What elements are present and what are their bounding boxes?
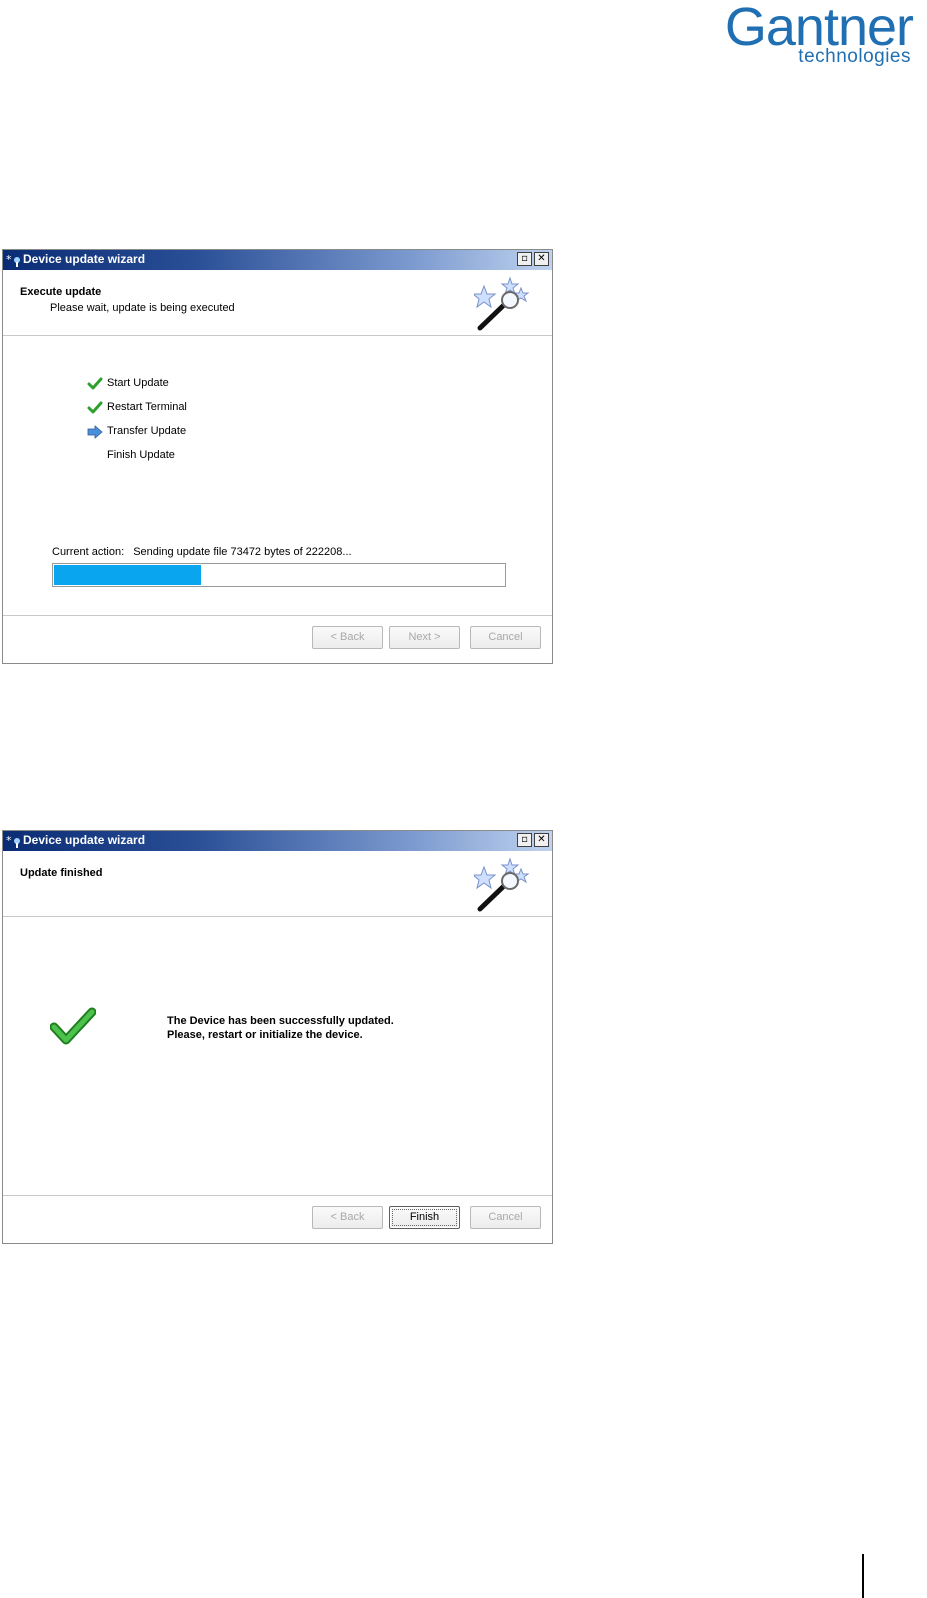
- wizard-app-icon: *: [6, 253, 20, 267]
- gantner-logo: Gantner technologies: [683, 0, 914, 68]
- window-title: Device update wizard: [23, 833, 146, 847]
- page-edge-bar: [862, 1554, 864, 1598]
- success-message-line2: Please, restart or initialize the device…: [167, 1029, 363, 1041]
- current-action: Current action: Sending update file 7347…: [52, 546, 352, 558]
- update-wizard-window-executing: * Device update wizard ▫ ✕ Execute updat…: [2, 249, 553, 664]
- magic-wand-icon: [474, 276, 530, 331]
- back-button[interactable]: < Back: [312, 626, 383, 649]
- step-label: Finish Update: [107, 449, 175, 461]
- magic-wand-icon: [474, 857, 530, 912]
- wizard-app-icon: *: [6, 834, 20, 848]
- restore-window-button[interactable]: ▫: [517, 252, 532, 266]
- logo-tagline: technologies: [798, 46, 911, 67]
- success-message: The Device has been successfully updated…: [167, 1014, 394, 1042]
- next-button[interactable]: Next >: [389, 626, 460, 649]
- wizard-page-title: Update finished: [20, 867, 103, 879]
- window-titlebar[interactable]: * Device update wizard ▫ ✕: [3, 250, 552, 270]
- wizard-page-subtitle: Please wait, update is being executed: [50, 302, 235, 314]
- window-title: Device update wizard: [23, 252, 146, 266]
- finish-button[interactable]: Finish: [389, 1206, 460, 1229]
- checkmark-icon: [87, 401, 103, 414]
- update-wizard-window-finished: * Device update wizard ▫ ✕ Update finish…: [2, 830, 553, 1244]
- success-message-line1: The Device has been successfully updated…: [167, 1015, 394, 1027]
- window-titlebar[interactable]: * Device update wizard ▫ ✕: [3, 831, 552, 851]
- wizard-page-title: Execute update: [20, 286, 102, 298]
- cancel-button[interactable]: Cancel: [470, 1206, 541, 1229]
- wizard-header: Update finished: [3, 851, 552, 917]
- wizard-footer: < Back Finish Cancel: [3, 1195, 552, 1243]
- svg-text:*: *: [6, 253, 12, 266]
- wizard-footer: < Back Next > Cancel: [3, 615, 552, 663]
- progress-fill: [54, 565, 202, 585]
- current-action-text: Sending update file 73472 bytes of 22220…: [133, 546, 352, 558]
- update-progress-bar: [52, 563, 506, 587]
- current-action-label: Current action:: [52, 546, 125, 558]
- back-button[interactable]: < Back: [312, 1206, 383, 1229]
- svg-text:*: *: [6, 834, 12, 847]
- close-window-button[interactable]: ✕: [534, 252, 549, 266]
- step-label: Start Update: [107, 377, 169, 389]
- close-window-button[interactable]: ✕: [534, 833, 549, 847]
- checkmark-icon: [87, 377, 103, 390]
- success-checkmark-icon: [50, 1007, 96, 1045]
- step-label: Transfer Update: [107, 425, 187, 437]
- wizard-header: Execute update Please wait, update is be…: [3, 270, 552, 336]
- cancel-button[interactable]: Cancel: [470, 626, 541, 649]
- restore-window-button[interactable]: ▫: [517, 833, 532, 847]
- step-label: Restart Terminal: [107, 401, 187, 413]
- arrow-right-icon: [87, 425, 103, 439]
